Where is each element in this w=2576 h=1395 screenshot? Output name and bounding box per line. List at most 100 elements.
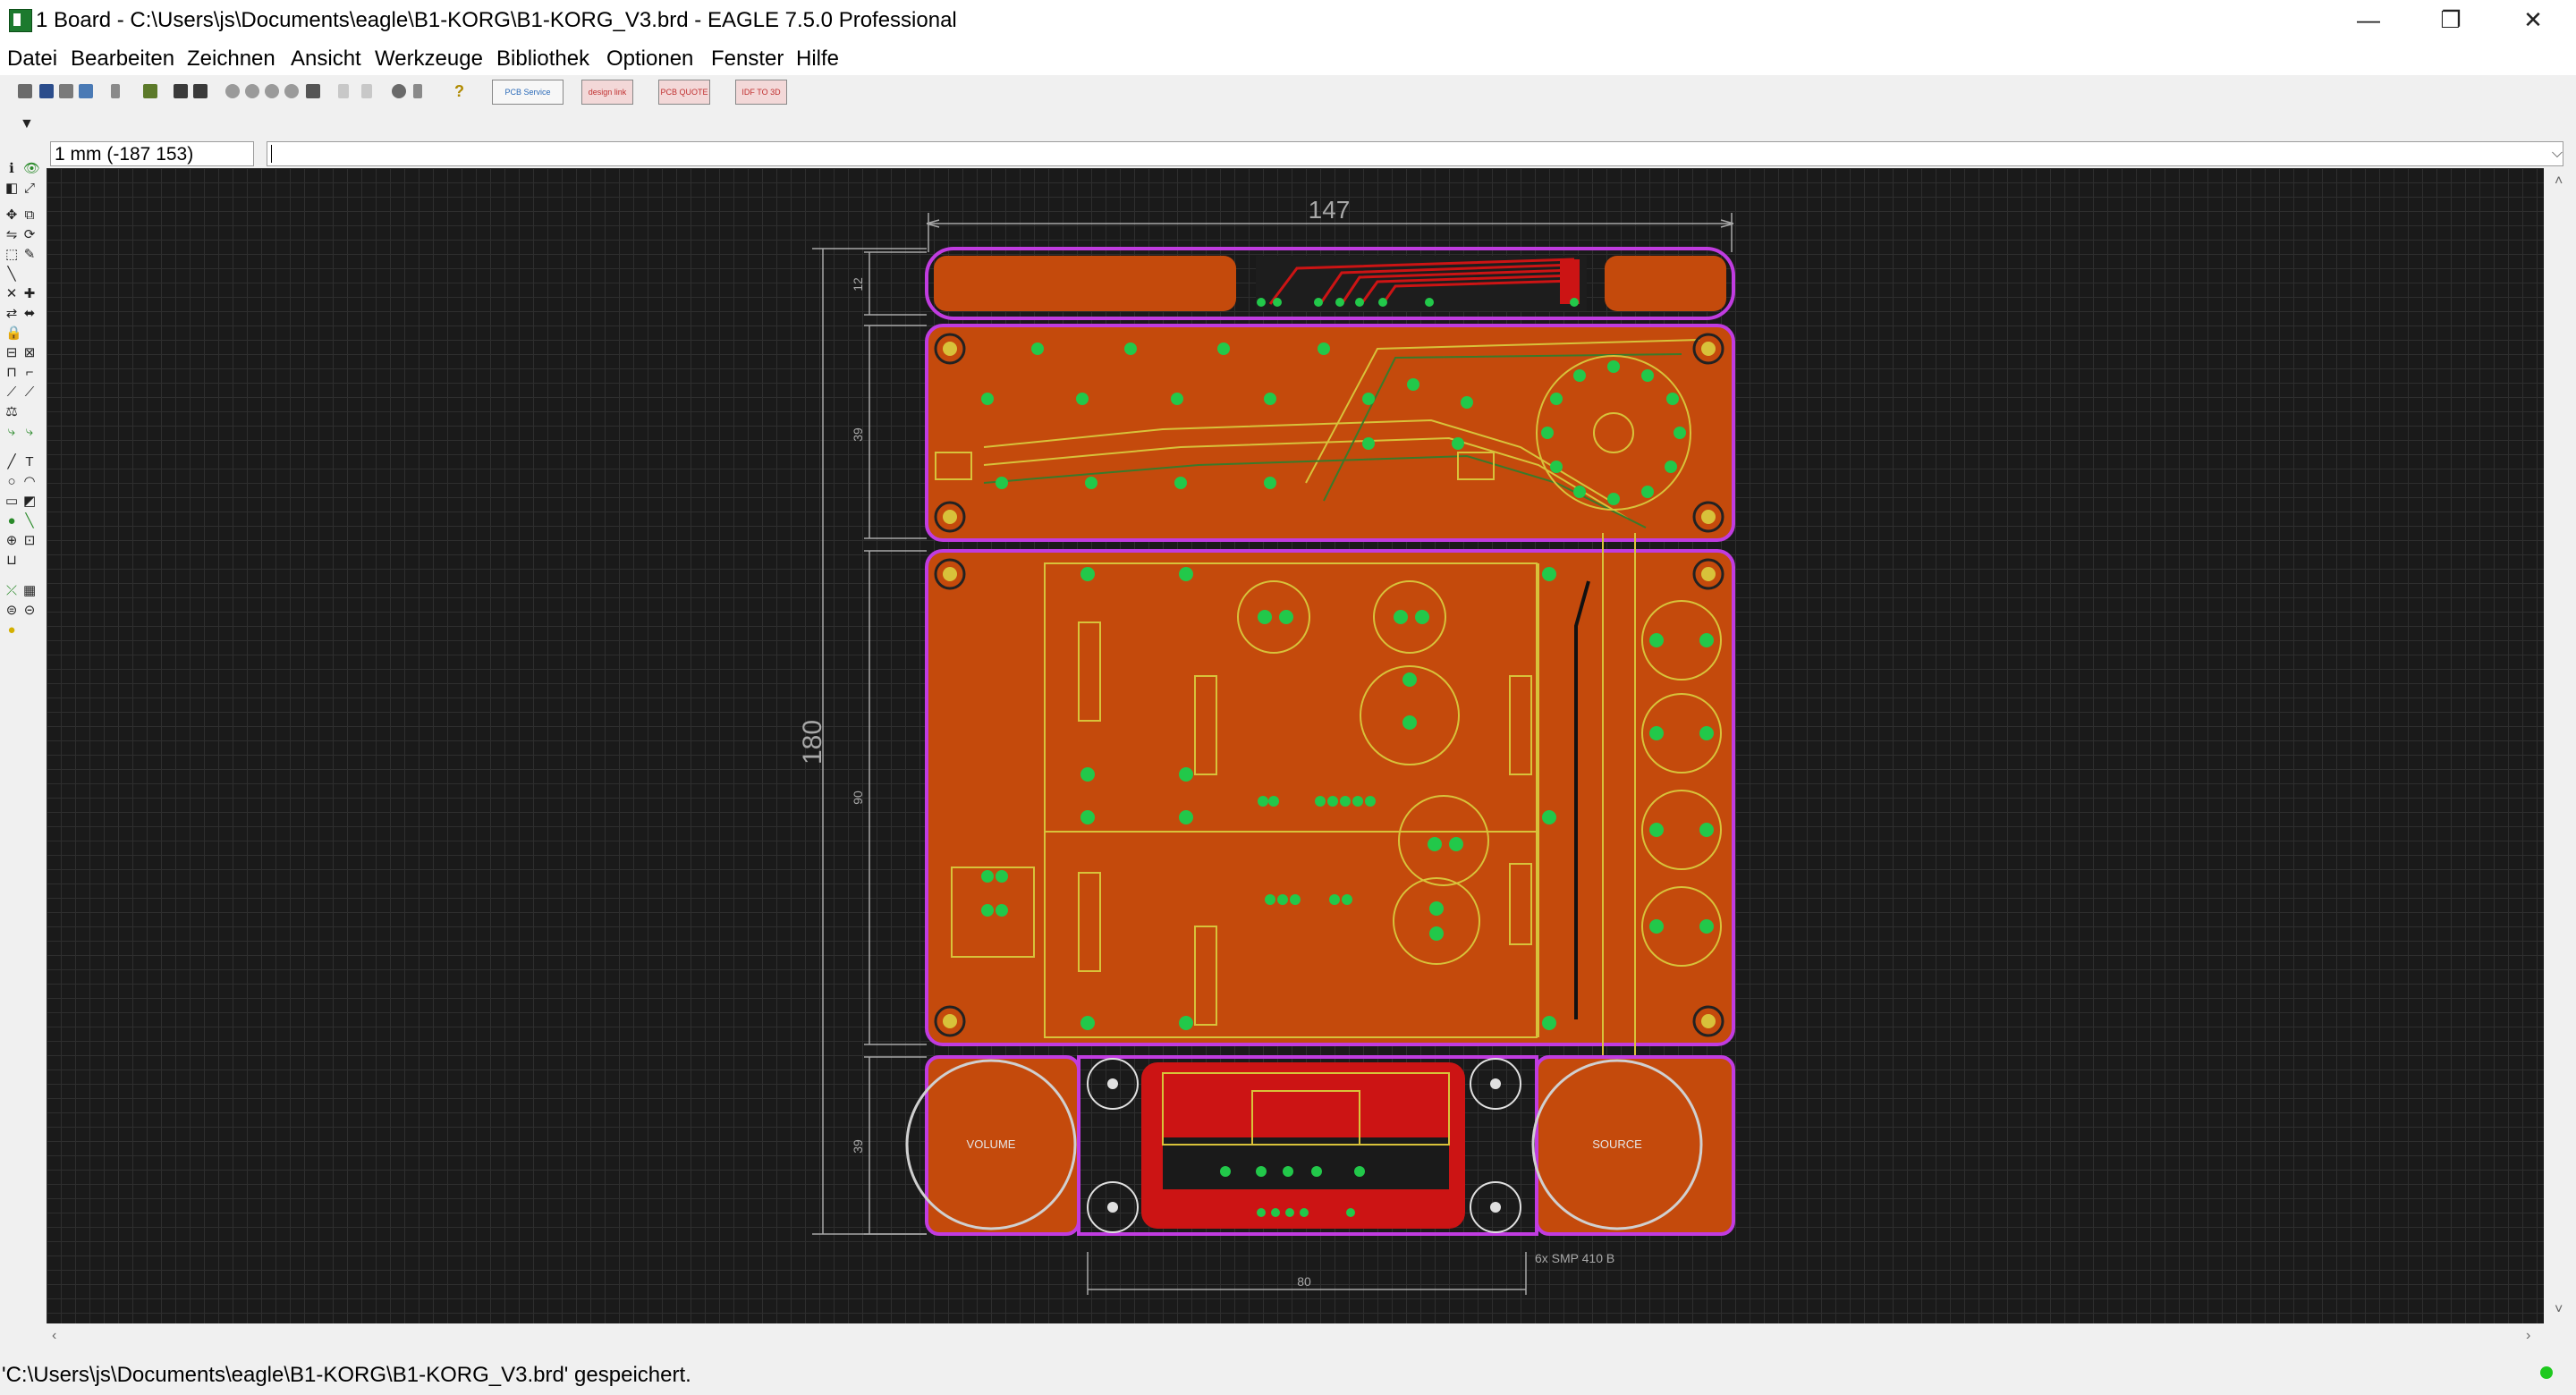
show-tool-icon[interactable]: 👁 xyxy=(23,162,40,175)
menu-bibliothek[interactable]: Bibliothek xyxy=(496,46,589,72)
add-tool-icon[interactable]: ✚ xyxy=(23,287,36,300)
polygon-tool-icon[interactable]: ◩ xyxy=(23,495,36,508)
follow-me-tool-icon[interactable]: ⤷ xyxy=(23,425,36,438)
wire-tool-icon[interactable]: ╱ xyxy=(5,455,18,469)
scroll-down-arrow-icon[interactable]: ˅ xyxy=(2555,1302,2563,1318)
ratsnest-tool-icon[interactable]: ⤫ xyxy=(5,584,18,597)
circle-tool-icon[interactable]: ○ xyxy=(5,475,18,488)
text-tool-icon[interactable]: T xyxy=(23,455,36,469)
minimize-button[interactable]: — xyxy=(2327,0,2410,41)
miter-tool-icon[interactable]: ⌐ xyxy=(23,366,36,379)
replace-tool-icon[interactable]: ⬌ xyxy=(23,307,36,320)
smash-tool-icon[interactable]: ⟋ xyxy=(5,385,18,399)
idf-3d-button[interactable]: IDF TO 3D xyxy=(735,80,787,105)
vertical-scrollbar[interactable]: ˄ ˅ xyxy=(2544,168,2576,1323)
script-icon[interactable] xyxy=(143,84,157,98)
coordinate-display: 1 mm (-187 153) xyxy=(50,141,254,166)
menu-fenster[interactable]: Fenster xyxy=(711,46,784,72)
status-message: 'C:\Users\js\Documents\eagle\B1-KORG\B1-… xyxy=(2,1363,691,1387)
tool-palette: ℹ 👁 ◧ ⤢ ✥ ⧉ ⇋ ⟳ ⬚ ✎ ╲ ✕ ✚ ⇄ ⬌ 🔒 ⊟ ⊠ ⊓ ⌐ … xyxy=(0,154,47,1323)
errors-tool-icon[interactable]: ● xyxy=(5,623,18,637)
paste-tool-icon[interactable]: ╲ xyxy=(5,267,18,281)
status-indicator-icon xyxy=(2540,1366,2553,1379)
dimension-tool-icon[interactable]: ⊔ xyxy=(5,554,18,567)
pinswap-tool-icon[interactable]: ⇄ xyxy=(5,307,18,320)
dim-top-label: 12 xyxy=(851,277,865,292)
scroll-up-arrow-icon[interactable]: ˄ xyxy=(2555,173,2563,190)
mirror-tool-icon[interactable]: ⇋ xyxy=(5,228,18,241)
toolbar: ? PCB Service design link PCB QUOTE IDF … xyxy=(0,75,2576,112)
rotate-tool-icon[interactable]: ⟳ xyxy=(23,228,36,241)
design-link-button[interactable]: design link xyxy=(581,80,633,105)
close-button[interactable]: ✕ xyxy=(2492,0,2574,41)
title-bar: 1 Board - C:\Users\js\Documents\eagle\B1… xyxy=(0,0,2576,41)
ripup-tool-icon[interactable]: ⟋ xyxy=(23,385,36,399)
split-tool-icon[interactable]: ⊟ xyxy=(5,346,18,359)
zoom-out-icon[interactable] xyxy=(265,84,279,98)
zoom-in-icon[interactable] xyxy=(245,84,259,98)
board-icon[interactable] xyxy=(193,84,208,98)
print-icon[interactable] xyxy=(59,84,73,98)
hole-tool-icon[interactable]: ⊕ xyxy=(5,534,18,547)
lock-tool-icon[interactable]: 🔒 xyxy=(5,326,22,340)
stop-icon[interactable] xyxy=(392,84,406,98)
info-tool-icon[interactable]: ℹ xyxy=(5,162,18,175)
drc-tool-icon[interactable]: ⊜ xyxy=(5,604,18,617)
display-tool-icon[interactable]: ◧ xyxy=(5,182,18,195)
horizontal-scrollbar[interactable]: ‹ › xyxy=(47,1323,2544,1350)
pcb-drawing: 147 180 12 39 90 39 80 6x SMP 410 B VOLU… xyxy=(798,196,1735,1295)
rect-tool-icon[interactable]: ▭ xyxy=(5,495,18,508)
delete-tool-icon[interactable]: ✕ xyxy=(5,287,18,300)
signal-tool-icon[interactable]: ╲ xyxy=(23,514,36,528)
arc-tool-icon[interactable]: ◠ xyxy=(23,475,36,488)
menu-bearbeiten[interactable]: Bearbeiten xyxy=(71,46,174,72)
middle-board xyxy=(925,533,1735,1059)
menu-datei[interactable]: Datei xyxy=(7,46,57,72)
menu-werkzeuge[interactable]: Werkzeuge xyxy=(375,46,483,72)
group-tool-icon[interactable]: ⬚ xyxy=(5,248,18,261)
attribute-tool-icon[interactable]: ⊡ xyxy=(23,534,36,547)
board-canvas[interactable]: 147 180 12 39 90 39 80 6x SMP 410 B VOLU… xyxy=(47,168,2544,1323)
command-line-input[interactable]: ⌵ xyxy=(267,141,2563,166)
redo-icon[interactable] xyxy=(361,84,372,98)
run-ulp-icon[interactable] xyxy=(174,84,188,98)
use-library-icon[interactable] xyxy=(111,84,120,98)
pcb-quote-button[interactable]: PCB QUOTE xyxy=(658,80,710,105)
layer-dropdown-icon[interactable]: ▼ xyxy=(20,116,34,132)
via-tool-icon[interactable]: ● xyxy=(5,514,18,528)
go-icon[interactable] xyxy=(413,84,422,98)
optimize-tool-icon[interactable]: ⊠ xyxy=(23,346,36,359)
change-tool-icon[interactable]: ✎ xyxy=(23,248,36,261)
eagle-app-icon[interactable] xyxy=(9,9,32,32)
move-tool-icon[interactable]: ✥ xyxy=(5,208,18,222)
scroll-right-arrow-icon[interactable]: › xyxy=(2526,1328,2530,1344)
menu-optionen[interactable]: Optionen xyxy=(606,46,693,72)
autorouter-tool-icon[interactable]: ⤷ xyxy=(5,425,18,438)
erc-tool-icon[interactable]: ⊝ xyxy=(23,604,36,617)
value-tool-icon[interactable]: ⚖ xyxy=(5,405,18,418)
menu-hilfe[interactable]: Hilfe xyxy=(796,46,839,72)
route-tool-icon[interactable]: ⊓ xyxy=(5,366,18,379)
save-icon[interactable] xyxy=(39,84,54,98)
open-icon[interactable] xyxy=(18,84,32,98)
zoom-fit-icon[interactable] xyxy=(225,84,240,98)
pcb-service-button[interactable]: PCB Service xyxy=(492,80,564,105)
dim-bottom-label: 80 xyxy=(1297,1274,1311,1289)
zoom-select-icon[interactable] xyxy=(306,84,320,98)
restore-button[interactable]: ❐ xyxy=(2410,0,2492,41)
menu-zeichnen[interactable]: Zeichnen xyxy=(187,46,275,72)
note-label: 6x SMP 410 B xyxy=(1535,1251,1614,1265)
undo-icon[interactable] xyxy=(338,84,349,98)
dim-upper-label: 39 xyxy=(851,427,865,442)
help-icon[interactable]: ? xyxy=(454,83,469,99)
copy-tool-icon[interactable]: ⧉ xyxy=(23,208,36,222)
mark-tool-icon[interactable]: ⤢ xyxy=(23,182,36,195)
scroll-left-arrow-icon[interactable]: ‹ xyxy=(52,1328,56,1344)
autoroute-grid-icon[interactable]: ▦ xyxy=(23,584,36,597)
cam-icon[interactable] xyxy=(79,84,93,98)
parameter-toolbar: ▼ xyxy=(0,111,2576,140)
text-cursor xyxy=(271,145,272,163)
zoom-redraw-icon[interactable] xyxy=(284,84,299,98)
menu-ansicht[interactable]: Ansicht xyxy=(291,46,361,72)
command-history-dropdown-icon[interactable]: ⌵ xyxy=(2552,146,2563,162)
